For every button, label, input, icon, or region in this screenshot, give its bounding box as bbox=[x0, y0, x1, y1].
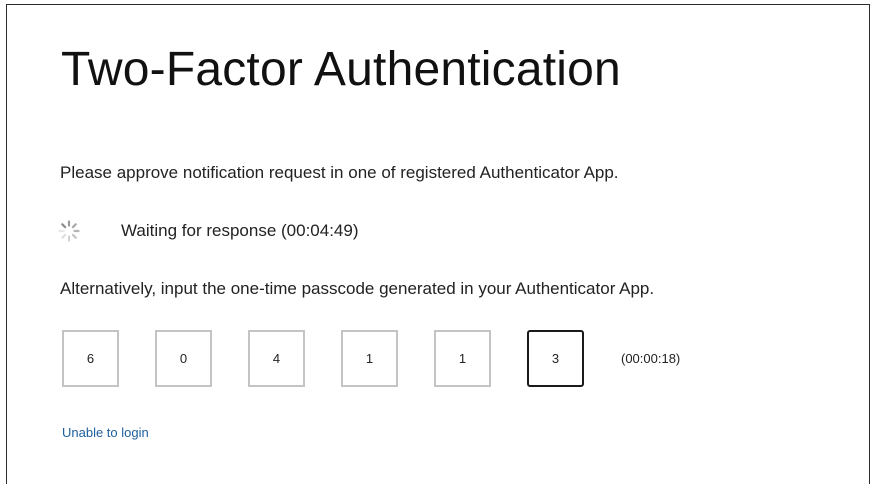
waiting-text: Waiting for response (00:04:49) bbox=[121, 221, 359, 240]
otp-instruction: Alternatively, input the one-time passco… bbox=[60, 279, 655, 298]
approve-instruction: Please approve notification request in o… bbox=[60, 163, 619, 182]
otp-digit-5[interactable]: 1 bbox=[434, 330, 491, 387]
otp-digit-3[interactable]: 4 bbox=[248, 330, 305, 387]
page-title: Two-Factor Authentication bbox=[61, 43, 621, 96]
unable-to-login-link[interactable]: Unable to login bbox=[62, 425, 149, 440]
waiting-status: Waiting for response (00:04:49) bbox=[57, 219, 359, 243]
otp-digit-6[interactable]: 3 bbox=[527, 330, 584, 387]
otp-digit-2[interactable]: 0 bbox=[155, 330, 212, 387]
loading-spinner-icon bbox=[58, 220, 80, 242]
otp-digit-1[interactable]: 6 bbox=[62, 330, 119, 387]
auth-panel: Two-Factor Authentication Please approve… bbox=[6, 4, 870, 484]
otp-timer: (00:00:18) bbox=[621, 351, 681, 366]
otp-digit-4[interactable]: 1 bbox=[341, 330, 398, 387]
otp-input-group: 6 0 4 1 1 3 (00:00:18) bbox=[62, 330, 680, 387]
